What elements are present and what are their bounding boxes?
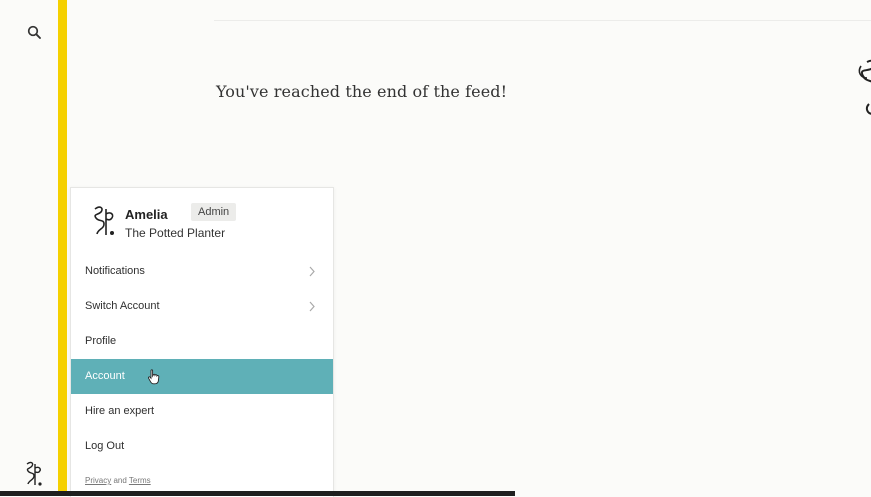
menu-item-notifications[interactable]: Notifications (71, 254, 333, 289)
feed-end-message: You've reached the end of the feed! (216, 82, 508, 101)
brand-logo-icon[interactable] (22, 460, 46, 488)
shop-logo-icon (94, 206, 114, 235)
shop-name: The Potted Planter (125, 226, 226, 240)
footer-conjunction: and (113, 476, 127, 485)
search-icon[interactable] (26, 24, 44, 42)
menu-item-switch-account[interactable]: Switch Account (71, 289, 333, 324)
account-profile-header[interactable]: Amelia Admin The Potted Planter (71, 188, 333, 250)
menu-item-label: Hire an expert (85, 405, 155, 417)
menu-item-profile[interactable]: Profile (71, 324, 333, 359)
menu-item-label: Profile (85, 335, 117, 347)
bottom-dark-bar (0, 491, 515, 496)
privacy-link[interactable]: Privacy (85, 476, 111, 485)
account-menu: Amelia Admin The Potted Planter Notifica… (70, 187, 334, 497)
role-badge: Admin (191, 203, 237, 221)
chevron-right-icon (309, 266, 315, 277)
menu-item-account[interactable]: Account (71, 359, 333, 394)
menu-item-log-out[interactable]: Log Out (71, 429, 333, 464)
menu-item-hire-an-expert[interactable]: Hire an expert (71, 394, 333, 429)
header-divider (214, 20, 871, 21)
menu-item-label: Switch Account (85, 300, 160, 312)
hand-pointer-cursor-icon (148, 369, 160, 385)
chevron-right-icon (309, 301, 315, 312)
menu-item-label: Notifications (85, 265, 145, 277)
legal-footer: Privacy and Terms (85, 476, 151, 485)
decorative-logo-icon (858, 59, 871, 115)
menu-item-label: Log Out (85, 440, 125, 452)
user-name: Amelia (125, 207, 168, 222)
accent-bar (58, 0, 67, 496)
terms-link[interactable]: Terms (129, 476, 151, 485)
menu-item-label: Account (85, 370, 125, 382)
left-rail (0, 0, 58, 496)
